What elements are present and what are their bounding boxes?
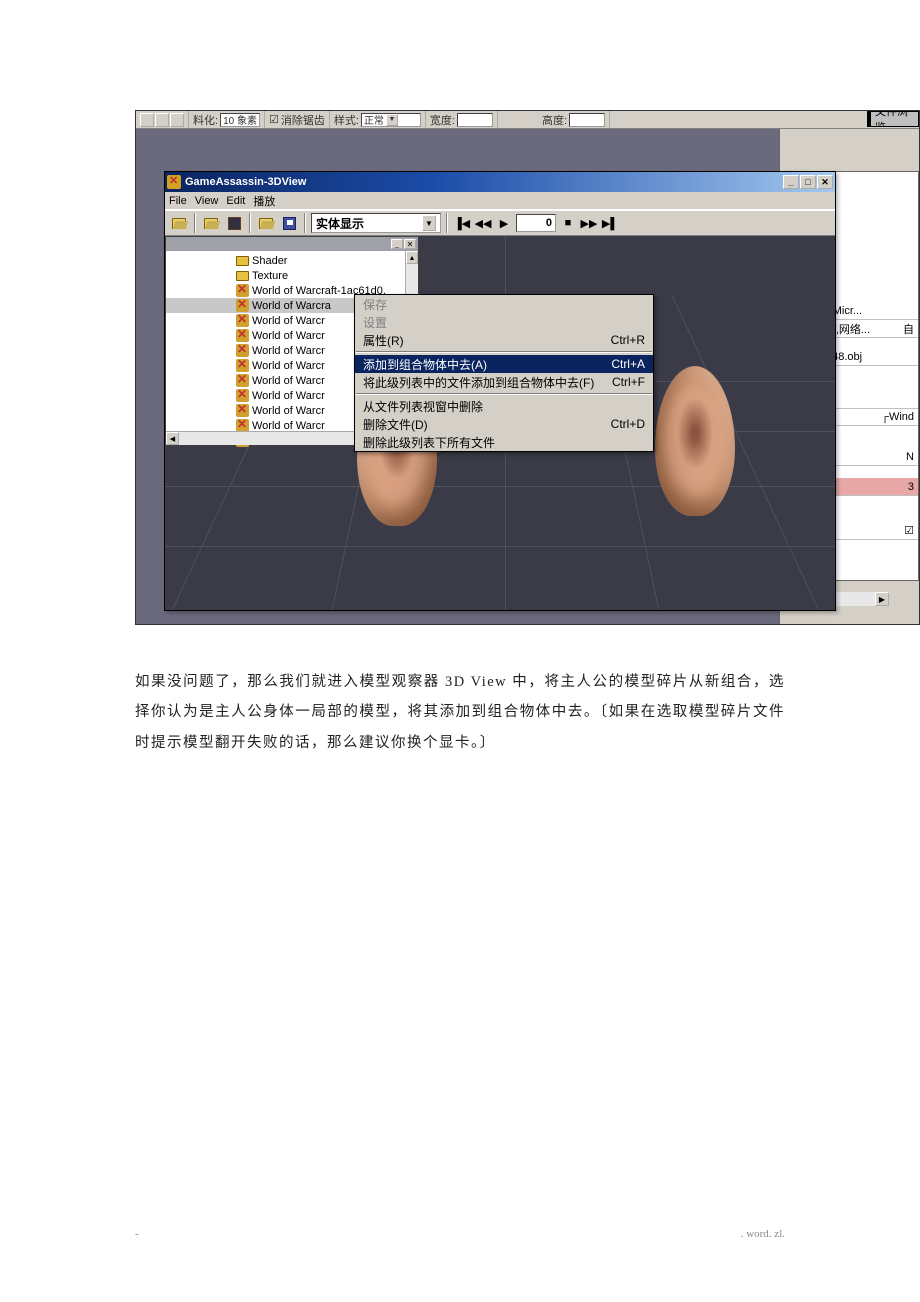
x-file-icon xyxy=(236,359,249,372)
grid-cell-red: 3 xyxy=(822,478,918,496)
open-button[interactable] xyxy=(169,213,189,233)
x-file-icon xyxy=(236,389,249,402)
scroll-right-icon[interactable]: ▶ xyxy=(875,592,889,606)
frame-input[interactable]: 0 xyxy=(516,214,556,232)
ctx-settings: 设置 xyxy=(355,313,653,331)
ctx-add-to-combine[interactable]: 添加到组合物体中去(A)Ctrl+A xyxy=(355,355,653,373)
width-value[interactable] xyxy=(457,113,493,127)
maximize-button[interactable]: □ xyxy=(800,175,816,189)
style-combo[interactable]: 正常▼ xyxy=(361,113,421,127)
tree-item[interactable]: Texture xyxy=(166,268,418,283)
ctx-delete-all[interactable]: 删除此级列表下所有文件 xyxy=(355,433,653,451)
tree-close-button[interactable]: ✕ xyxy=(404,239,416,249)
rewind-button[interactable]: ◀◀ xyxy=(474,214,492,232)
close-button[interactable]: ✕ xyxy=(817,175,833,189)
toolbar-button[interactable] xyxy=(140,113,154,127)
tree-item-label: World of Warcr xyxy=(252,405,325,417)
grid-cell: ┌ Wind xyxy=(822,408,918,426)
x-file-icon xyxy=(236,284,249,297)
display-mode-combo[interactable]: 实体显示 ▼ xyxy=(311,213,441,233)
folder-icon xyxy=(236,271,249,281)
disk-button[interactable] xyxy=(224,213,244,233)
save-button[interactable] xyxy=(279,213,299,233)
forward-button[interactable]: ▶▶ xyxy=(580,214,598,232)
tree-item-label: World of Warcra xyxy=(252,300,331,312)
style-label: 样式: xyxy=(334,112,359,128)
first-button[interactable]: ▐◀ xyxy=(453,214,471,232)
tree-min-button[interactable]: _ xyxy=(391,239,403,249)
viewport-3d[interactable]: _ ✕ ShaderTextureWorld of Warcraft-1ac61… xyxy=(165,236,835,610)
x-file-icon xyxy=(236,314,249,327)
tree-item-label: World of Warcr xyxy=(252,330,325,342)
screenshot: 料化: 10 象素 ☑ 消除锯齿 样式: 正常▼ 宽度: 高度: 文件浏览 导航… xyxy=(135,110,920,625)
ctx-properties[interactable]: 属性(R)Ctrl+R xyxy=(355,331,653,349)
toolbar-button[interactable] xyxy=(155,113,169,127)
window-title: GameAssassin-3DView xyxy=(185,176,306,188)
toolbar: 实体显示 ▼ ▐◀ ◀◀ ▶ 0 ■ ▶▶ ▶▌ xyxy=(165,210,835,236)
grid-cell: d48.obj xyxy=(822,348,918,366)
menu-file[interactable]: File xyxy=(169,195,187,207)
last-button[interactable]: ▶▌ xyxy=(601,214,619,232)
titlebar[interactable]: GameAssassin-3DView _ □ ✕ xyxy=(165,172,835,192)
folder-icon xyxy=(236,256,249,266)
tree-item-label: World of Warcr xyxy=(252,420,325,432)
scroll-up-icon[interactable]: ▲ xyxy=(406,251,418,264)
page-footer: - . word. zl. xyxy=(135,1228,785,1240)
x-file-icon xyxy=(236,404,249,417)
feather-value[interactable]: 10 象素 xyxy=(220,113,260,127)
body-paragraph: 如果没问题了，那么我们就进入模型观察器 3D View 中，将主人公的模型碎片从… xyxy=(135,667,785,758)
grid-cell: N xyxy=(822,448,918,466)
tree-item-label: World of Warcr xyxy=(252,375,325,387)
menu-view[interactable]: View xyxy=(195,195,219,207)
antialias-label[interactable]: 消除锯齿 xyxy=(281,112,325,128)
tree-item-label: Shader xyxy=(252,255,287,267)
file-browse-tab[interactable]: 文件浏览 xyxy=(867,111,919,127)
app-icon xyxy=(167,175,181,189)
open3-button[interactable] xyxy=(256,213,276,233)
menu-play[interactable]: 播放 xyxy=(253,193,275,209)
tree-item-label: World of Warcr xyxy=(252,315,325,327)
window-3dview: GameAssassin-3DView _ □ ✕ File View Edit… xyxy=(164,171,836,611)
minimize-button[interactable]: _ xyxy=(783,175,799,189)
ctx-add-list-to-combine[interactable]: 将此级列表中的文件添加到组合物体中去(F)Ctrl+F xyxy=(355,373,653,391)
x-file-icon xyxy=(236,374,249,387)
menubar: File View Edit 播放 xyxy=(165,192,835,210)
height-value[interactable] xyxy=(569,113,605,127)
open2-button[interactable] xyxy=(201,213,221,233)
prev-button[interactable]: ▶ xyxy=(495,214,513,232)
scroll-left-icon[interactable]: ◀ xyxy=(166,432,179,445)
tree-item-label: World of Warcr xyxy=(252,390,325,402)
tree-item-label: World of Warcr xyxy=(252,360,325,372)
ctx-save: 保存 xyxy=(355,295,653,313)
grid-cell: - Micr... xyxy=(822,302,918,320)
menu-edit[interactable]: Edit xyxy=(226,195,245,207)
x-file-icon xyxy=(236,299,249,312)
outer-toolbar: 料化: 10 象素 ☑ 消除锯齿 样式: 正常▼ 宽度: 高度: xyxy=(136,111,919,129)
footer-left: - xyxy=(135,1228,139,1240)
grid-cell: W,网络...自 xyxy=(822,320,918,338)
context-menu: 保存 设置 属性(R)Ctrl+R 添加到组合物体中去(A)Ctrl+A 将此级… xyxy=(354,294,654,452)
height-label: 高度: xyxy=(542,112,567,128)
tree-item-label: Texture xyxy=(252,270,288,282)
tree-item-label: World of Warcr xyxy=(252,345,325,357)
tree-item[interactable]: Shader xyxy=(166,253,418,268)
width-label: 宽度: xyxy=(430,112,455,128)
model-ear-right xyxy=(655,366,735,516)
ctx-remove-from-view[interactable]: 从文件列表视窗中删除 xyxy=(355,397,653,415)
toolbar-button[interactable] xyxy=(170,113,184,127)
ctx-delete-file[interactable]: 删除文件(D)Ctrl+D xyxy=(355,415,653,433)
footer-right: . word. zl. xyxy=(741,1228,785,1240)
x-file-icon xyxy=(236,344,249,357)
x-file-icon xyxy=(236,329,249,342)
checkbox-cell[interactable]: ☑ xyxy=(822,522,918,540)
feather-label: 料化: xyxy=(193,112,218,128)
stop-button[interactable]: ■ xyxy=(559,214,577,232)
chevron-down-icon[interactable]: ▼ xyxy=(422,215,436,231)
